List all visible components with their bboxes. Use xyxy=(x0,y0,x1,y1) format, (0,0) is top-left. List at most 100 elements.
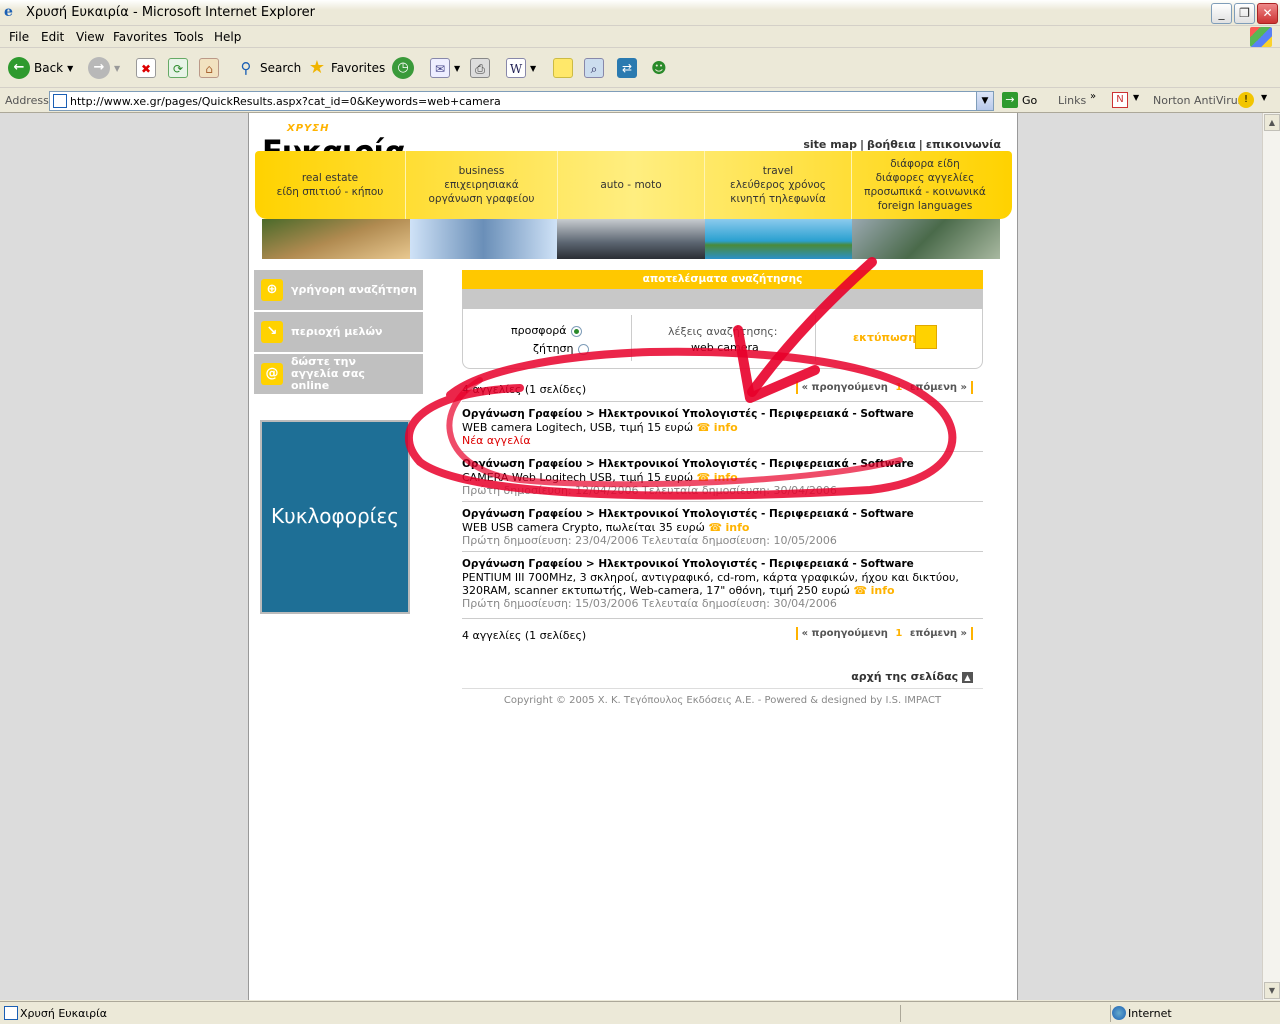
demand-label: ζήτηση xyxy=(533,342,574,355)
prev-icon[interactable]: « xyxy=(802,382,808,393)
messenger-button[interactable]: ☻ xyxy=(649,56,669,80)
mail-button[interactable]: ✉ ▼ xyxy=(430,56,460,80)
offer-option[interactable]: προσφορά xyxy=(511,324,582,337)
back-to-top-link[interactable]: αρχή της σελίδας ▲ xyxy=(851,670,973,683)
forward-button[interactable]: → ▼ xyxy=(88,56,120,80)
maximize-button[interactable]: ❐ xyxy=(1234,3,1255,24)
home-button[interactable]: ⌂ xyxy=(199,56,219,80)
car-photo xyxy=(557,219,705,259)
chevron-down-icon[interactable]: ▼ xyxy=(114,64,120,73)
search-button[interactable]: ⚲ Search xyxy=(236,56,302,80)
help-link[interactable]: βοήθεια xyxy=(867,138,916,151)
go-button[interactable]: Go xyxy=(1022,94,1037,107)
links-label[interactable]: Links xyxy=(1058,94,1086,107)
next-icon[interactable]: » xyxy=(961,628,967,639)
prev-link[interactable]: προηγούμενη xyxy=(812,628,888,639)
result-item[interactable]: Οργάνωση Γραφείου > Ηλεκτρονικοί Υπολογι… xyxy=(462,551,983,614)
menu-tools[interactable]: Tools xyxy=(174,30,204,44)
place-ad-button[interactable]: @ δώστε την αγγελία σας online xyxy=(254,354,423,394)
site-map-link[interactable]: site map xyxy=(803,138,857,151)
chevron-right-icon[interactable]: » xyxy=(1090,91,1096,102)
print-icon[interactable] xyxy=(915,325,937,349)
prev-link[interactable]: προηγούμενη xyxy=(812,382,888,393)
result-category[interactable]: Οργάνωση Γραφείου > Ηλεκτρονικοί Υπολογι… xyxy=(462,458,983,471)
history-icon: ◷ xyxy=(392,57,414,79)
chevron-down-icon[interactable]: ▼ xyxy=(530,64,536,73)
history-button[interactable]: ◷ xyxy=(392,56,414,80)
status-bar: Χρυσή Ευκαιρία Internet xyxy=(0,1001,1280,1024)
result-text[interactable]: WEB USB camera Crypto, πωλείται 35 ευρώ xyxy=(462,521,705,534)
norton-antivirus-label[interactable]: Norton AntiVirus xyxy=(1153,94,1243,107)
nav-real-estate[interactable]: real estate είδη σπιτιού - κήπου xyxy=(255,151,405,219)
menu-view[interactable]: View xyxy=(76,30,104,44)
refresh-button[interactable]: ⟳ xyxy=(168,56,188,80)
offer-label: προσφορά xyxy=(511,324,567,337)
chevron-down-icon[interactable]: ▼ xyxy=(976,92,993,110)
prev-icon[interactable]: « xyxy=(802,628,808,639)
address-input[interactable]: http://www.xe.gr/pages/QuickResults.aspx… xyxy=(49,91,994,111)
offer-radio[interactable] xyxy=(570,325,582,337)
go-arrow-icon[interactable]: → xyxy=(1002,92,1018,108)
result-item[interactable]: Οργάνωση Γραφείου > Ηλεκτρονικοί Υπολογι… xyxy=(462,451,983,501)
phone-icon: ☎ xyxy=(696,421,711,434)
menu-help[interactable]: Help xyxy=(214,30,241,44)
publications-banner[interactable]: Κυκλοφορίες xyxy=(260,420,410,614)
info-link[interactable]: info xyxy=(714,421,738,434)
norton-status-icon[interactable]: ! xyxy=(1238,92,1254,108)
stop-button[interactable]: ✖ xyxy=(136,56,156,80)
members-area-button[interactable]: ↘ περιοχή μελών xyxy=(254,312,423,352)
footer-area: αρχή της σελίδας ▲ xyxy=(462,648,983,688)
demand-radio[interactable] xyxy=(577,343,589,355)
edit-button[interactable]: W ▼ xyxy=(506,56,536,80)
result-item[interactable]: Οργάνωση Γραφείου > Ηλεκτρονικοί Υπολογι… xyxy=(462,401,983,451)
nav-misc[interactable]: διάφορα είδη διάφορες αγγελίες προσωπικά… xyxy=(851,151,998,219)
quick-search-button[interactable]: ⊕ γρήγορη αναζήτηση xyxy=(254,270,423,310)
nav-business[interactable]: business επιχειρησιακά οργάνωση γραφείου xyxy=(405,151,557,219)
result-category[interactable]: Οργάνωση Γραφείου > Ηλεκτρονικοί Υπολογι… xyxy=(462,408,983,421)
chevron-down-icon[interactable]: ▼ xyxy=(454,64,460,73)
info-link[interactable]: info xyxy=(726,521,750,534)
vertical-scrollbar[interactable]: ▲ ▼ xyxy=(1262,113,1280,1000)
scroll-down-icon[interactable]: ▼ xyxy=(1264,982,1280,999)
menu-file[interactable]: File xyxy=(9,30,29,44)
next-icon[interactable]: » xyxy=(961,382,967,393)
scroll-up-icon[interactable]: ▲ xyxy=(1264,114,1280,131)
page-number[interactable]: 1 xyxy=(895,382,902,393)
menu-edit[interactable]: Edit xyxy=(41,30,64,44)
contact-link[interactable]: επικοινωνία xyxy=(926,138,1001,151)
copyright-text: Copyright © 2005 Χ. Κ. Τεγόπουλος Εκδόσε… xyxy=(462,688,983,706)
print-button[interactable]: ⎙ xyxy=(470,56,490,80)
result-category[interactable]: Οργάνωση Γραφείου > Ηλεκτρονικοί Υπολογι… xyxy=(462,508,983,521)
print-link[interactable]: εκτύπωση xyxy=(853,331,916,344)
close-button[interactable]: ✕ xyxy=(1257,3,1278,24)
nav-auto-moto[interactable]: auto - moto xyxy=(557,151,704,219)
result-text[interactable]: CAMERA Web Logitech USB, τιμή 15 ευρώ xyxy=(462,471,693,484)
nav-line: επιχειρησιακά xyxy=(444,179,519,191)
next-link[interactable]: επόμενη xyxy=(910,382,957,393)
back-button[interactable]: ← Back ▼ xyxy=(8,56,73,80)
result-item[interactable]: Οργάνωση Γραφείου > Ηλεκτρονικοί Υπολογι… xyxy=(462,501,983,551)
translate-button[interactable]: ⇄ xyxy=(617,56,637,80)
notes-button[interactable] xyxy=(553,56,573,80)
norton-icon[interactable]: N xyxy=(1112,92,1128,108)
address-url[interactable]: http://www.xe.gr/pages/QuickResults.aspx… xyxy=(70,95,501,108)
page-number[interactable]: 1 xyxy=(895,628,902,639)
house-photo xyxy=(262,219,410,259)
nav-travel[interactable]: travel ελεύθερος χρόνος κινητή τηλεφωνία xyxy=(704,151,851,219)
favorites-button[interactable]: ★ Favorites xyxy=(307,56,385,80)
back-arrow-icon: ← xyxy=(8,57,30,79)
chevron-down-icon[interactable]: ▼ xyxy=(1261,93,1267,102)
zone-label: Internet xyxy=(1128,1007,1172,1020)
chevron-down-icon[interactable]: ▼ xyxy=(67,64,73,73)
mail-icon: ✉ xyxy=(430,58,450,78)
info-link[interactable]: info xyxy=(871,584,895,597)
result-text[interactable]: WEB camera Logitech, USB, τιμή 15 ευρώ xyxy=(462,421,693,434)
menu-favorites[interactable]: Favorites xyxy=(113,30,167,44)
result-category[interactable]: Οργάνωση Γραφείου > Ηλεκτρονικοί Υπολογι… xyxy=(462,558,983,571)
next-link[interactable]: επόμενη xyxy=(910,628,957,639)
minimize-button[interactable]: _ xyxy=(1211,3,1232,24)
research-button[interactable]: ⌕ xyxy=(584,56,604,80)
demand-option[interactable]: ζήτηση xyxy=(533,342,589,355)
info-link[interactable]: info xyxy=(714,471,738,484)
chevron-down-icon[interactable]: ▼ xyxy=(1133,93,1139,102)
